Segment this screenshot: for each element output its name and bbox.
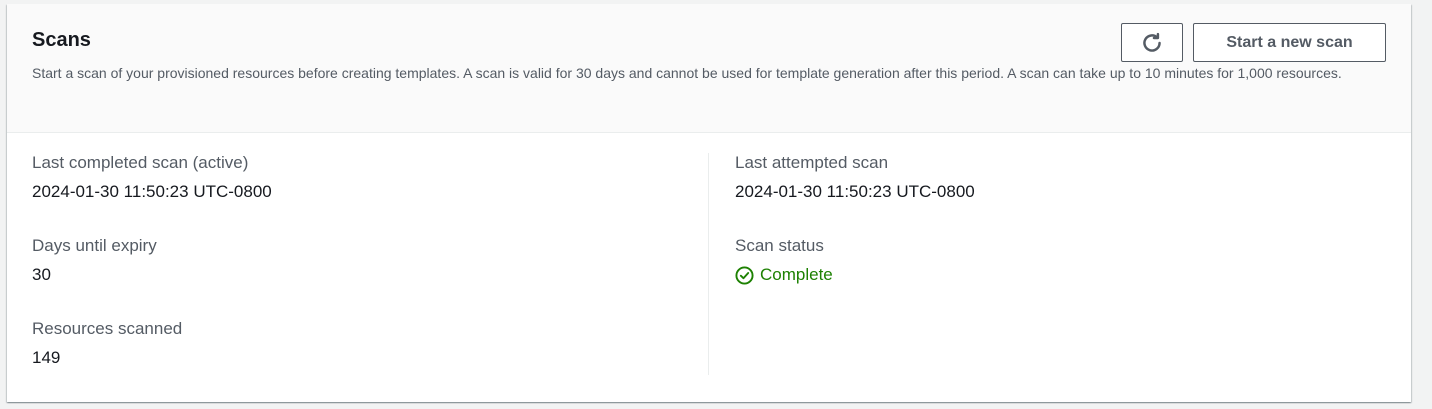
resources-scanned-value: 149 (32, 348, 61, 367)
last-attempted-scan: Last attempted scan 2024-01-30 11:50:23 … (735, 151, 975, 234)
refresh-button[interactable] (1121, 23, 1183, 62)
scan-status-text: Complete (760, 265, 833, 284)
resources-scanned-label: Resources scanned (32, 319, 183, 338)
start-new-scan-button[interactable]: Start a new scan (1193, 23, 1386, 62)
details-left-column: Last completed scan (active) 2024-01-30 … (32, 151, 272, 400)
scan-status-value: Complete (735, 263, 975, 287)
scans-panel: Scans Start a scan of your provisioned r… (7, 4, 1411, 402)
last-completed-scan: Last completed scan (active) 2024-01-30 … (32, 151, 272, 234)
last-attempted-scan-value: 2024-01-30 11:50:23 UTC-0800 (735, 182, 975, 201)
column-divider (708, 153, 709, 375)
last-completed-scan-value: 2024-01-30 11:50:23 UTC-0800 (32, 182, 272, 201)
last-attempted-scan-label: Last attempted scan (735, 153, 889, 172)
panel-header: Scans Start a scan of your provisioned r… (7, 4, 1411, 133)
refresh-icon (1141, 32, 1163, 54)
panel-body: Last completed scan (active) 2024-01-30 … (7, 133, 1411, 401)
details-right-column: Last attempted scan 2024-01-30 11:50:23 … (735, 151, 975, 317)
panel-description: Start a scan of your provisioned resourc… (32, 65, 1342, 81)
status-success-icon (735, 265, 754, 285)
header-actions: Start a new scan (1121, 23, 1386, 62)
days-until-expiry-value: 30 (32, 265, 51, 284)
resources-scanned: Resources scanned 149 (32, 317, 272, 400)
scan-status: Scan status Complete (735, 234, 975, 317)
days-until-expiry: Days until expiry 30 (32, 234, 272, 317)
last-completed-scan-label: Last completed scan (active) (32, 153, 249, 172)
days-until-expiry-label: Days until expiry (32, 236, 157, 255)
scan-status-label: Scan status (735, 236, 824, 255)
